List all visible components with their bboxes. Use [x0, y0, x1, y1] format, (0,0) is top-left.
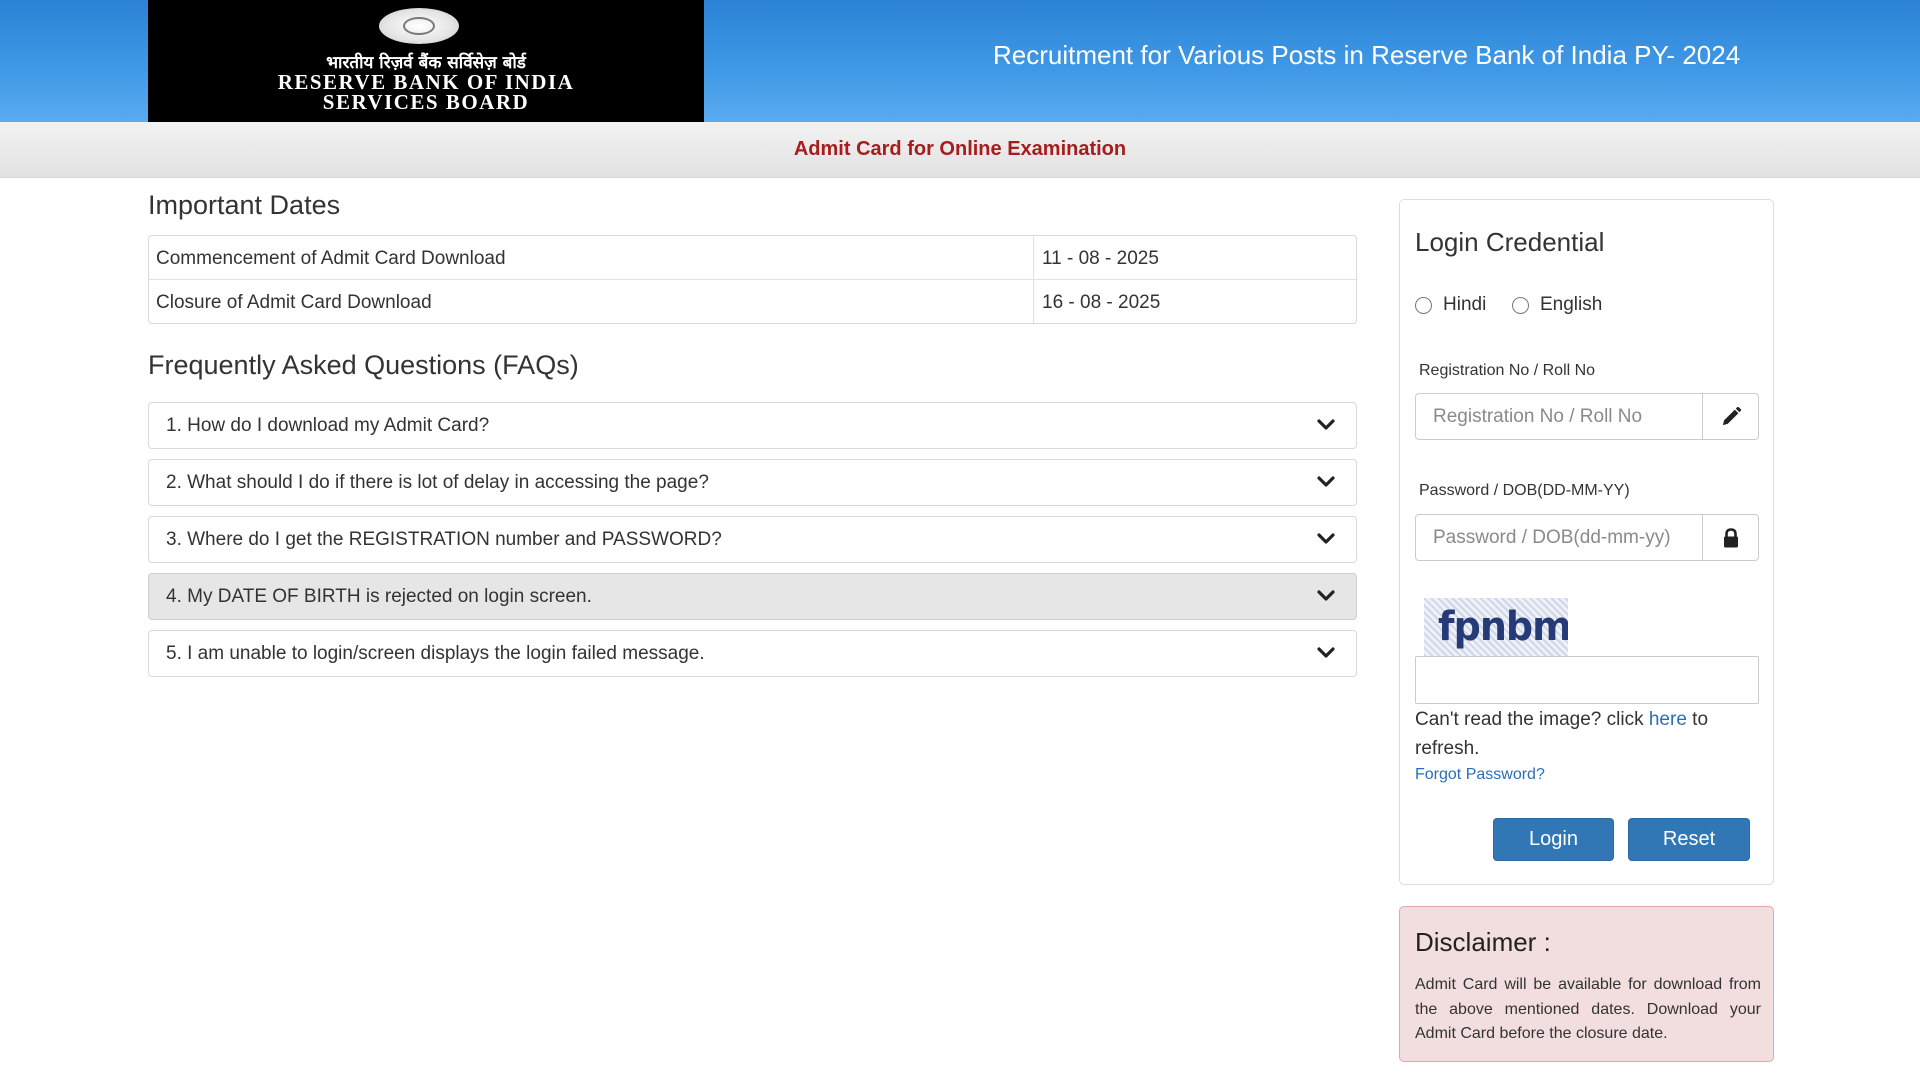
sub-header-title: Admit Card for Online Examination	[793, 138, 1127, 160]
faq-item-1[interactable]: 1. How do I download my Admit Card?	[148, 402, 1357, 449]
faq-question: 4. My DATE OF BIRTH is rejected on login…	[166, 586, 592, 607]
chevron-down-icon	[1317, 419, 1335, 430]
captcha-refresh-link[interactable]: here	[1649, 709, 1687, 730]
faq-question: 2. What should I do if there is lot of d…	[166, 472, 709, 493]
registration-label: Registration No / Roll No	[1419, 362, 1596, 379]
table-row: Commencement of Admit Card Download 11 -…	[149, 236, 1356, 280]
login-panel: Login Credential Hindi English Registrat…	[1399, 199, 1774, 885]
password-input[interactable]	[1416, 515, 1702, 560]
registration-input-group	[1415, 393, 1759, 440]
language-radio-english[interactable]	[1512, 297, 1529, 314]
pencil-icon	[1723, 406, 1742, 425]
language-radio-hindi[interactable]	[1415, 297, 1432, 314]
captcha-image: fpnbm	[1424, 598, 1568, 656]
faq-question: 5. I am unable to login/screen displays …	[166, 643, 705, 664]
date-label: Commencement of Admit Card Download	[156, 248, 506, 269]
chevron-down-icon	[1317, 476, 1335, 487]
faq-question: 3. Where do I get the REGISTRATION numbe…	[166, 529, 722, 550]
password-input-group	[1415, 514, 1759, 561]
faq-question: 1. How do I download my Admit Card?	[166, 415, 490, 436]
captcha-text: fpnbm	[1438, 604, 1568, 650]
date-value: 11 - 08 - 2025	[1042, 248, 1159, 269]
login-title: Login Credential	[1415, 227, 1605, 257]
rbi-services-board-logo: भारतीय रिज़र्व बैंक सर्विसेज़ बोर्ड RESE…	[148, 0, 704, 122]
registration-addon	[1702, 394, 1758, 439]
captcha-input[interactable]	[1415, 656, 1759, 704]
lock-icon	[1724, 528, 1738, 548]
reset-button[interactable]: Reset	[1628, 818, 1750, 861]
faq-item-5[interactable]: 5. I am unable to login/screen displays …	[148, 630, 1357, 677]
important-dates-table: Commencement of Admit Card Download 11 -…	[148, 235, 1357, 324]
faq-item-4[interactable]: 4. My DATE OF BIRTH is rejected on login…	[148, 573, 1357, 620]
forgot-password-link[interactable]: Forgot Password?	[1415, 766, 1545, 784]
language-label-hindi: Hindi	[1443, 294, 1487, 315]
faqs-heading: Frequently Asked Questions (FAQs)	[148, 350, 579, 380]
password-addon	[1702, 515, 1758, 560]
chevron-down-icon	[1317, 590, 1335, 601]
language-label-english: English	[1540, 294, 1603, 315]
important-dates-heading: Important Dates	[148, 190, 341, 220]
page-header: भारतीय रिज़र्व बैंक सर्विसेज़ बोर्ड RESE…	[0, 0, 1920, 122]
faq-item-2[interactable]: 2. What should I do if there is lot of d…	[148, 459, 1357, 506]
rbi-emblem-icon	[379, 8, 459, 44]
captcha-help-prefix: Can't read the image? click	[1415, 709, 1649, 730]
sub-header-bar: Admit Card for Online Examination	[0, 122, 1920, 178]
page-title: Recruitment for Various Posts in Reserve…	[993, 40, 1741, 70]
table-row: Closure of Admit Card Download 16 - 08 -…	[149, 280, 1356, 323]
disclaimer-title: Disclaimer :	[1415, 927, 1551, 957]
registration-input[interactable]	[1416, 394, 1702, 439]
date-label: Closure of Admit Card Download	[156, 292, 432, 313]
faq-item-3[interactable]: 3. Where do I get the REGISTRATION numbe…	[148, 516, 1357, 563]
disclaimer-text: Admit Card will be available for downloa…	[1415, 976, 1761, 1042]
logo-english-line2: SERVICES BOARD	[322, 90, 530, 114]
chevron-down-icon	[1317, 647, 1335, 658]
login-button[interactable]: Login	[1493, 818, 1614, 861]
disclaimer-box: Disclaimer : Admit Card will be availabl…	[1399, 906, 1774, 1062]
password-label: Password / DOB(DD-MM-YY)	[1419, 482, 1630, 499]
captcha-help-text: Can't read the image? click here to refr…	[1415, 705, 1755, 763]
chevron-down-icon	[1317, 533, 1335, 544]
date-value: 16 - 08 - 2025	[1042, 292, 1161, 313]
